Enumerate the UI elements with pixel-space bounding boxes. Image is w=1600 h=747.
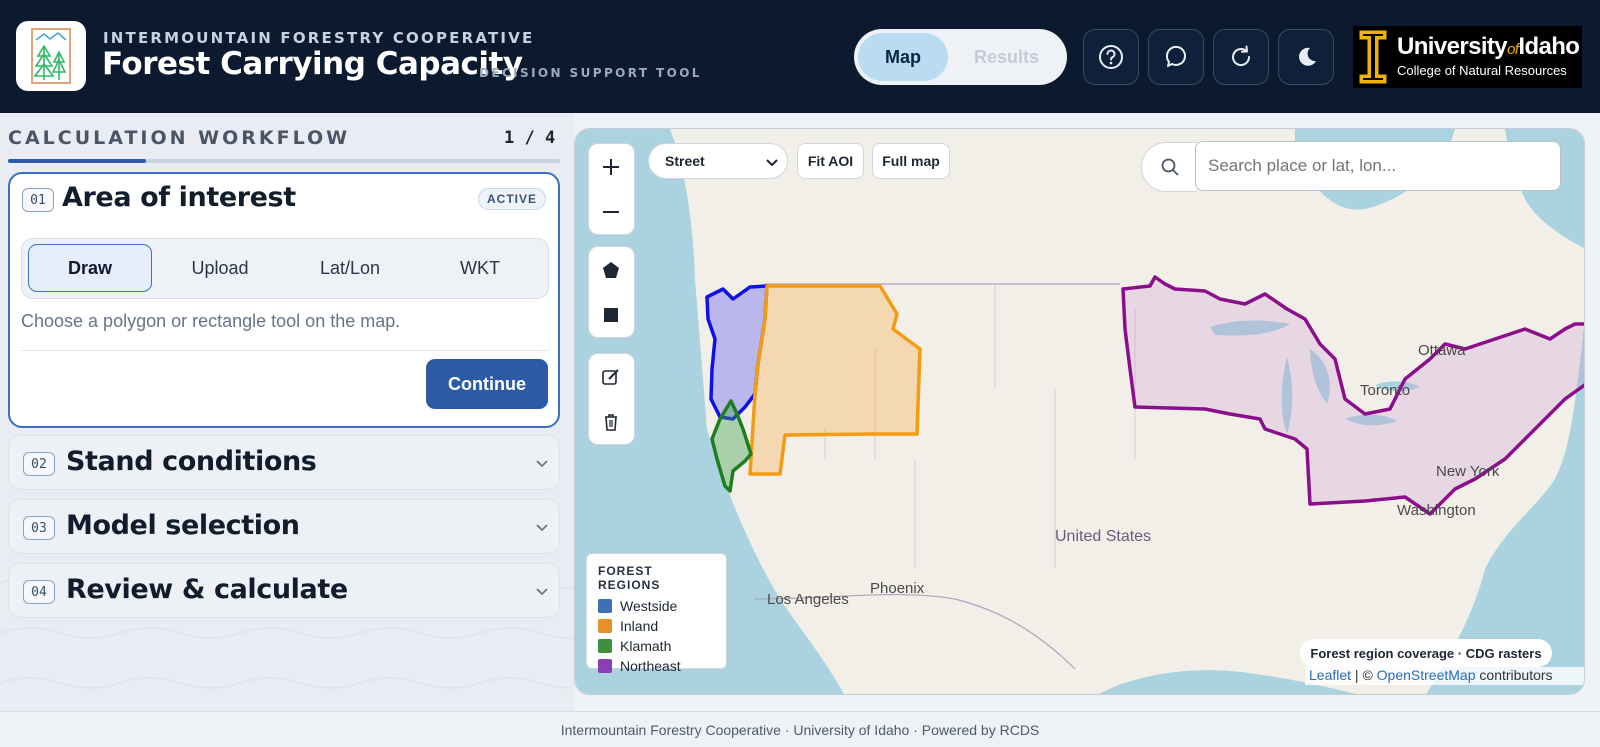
legend-swatch	[598, 659, 612, 673]
delete-layers-button[interactable]	[589, 400, 633, 444]
step-stand-conditions[interactable]: 02 Stand conditions	[8, 435, 560, 490]
edit-layers-button[interactable]	[589, 355, 633, 399]
label-toronto: Toronto	[1360, 382, 1411, 399]
step-number: 03	[23, 516, 55, 540]
university-name: UniversityofIdaho	[1397, 33, 1580, 60]
cooperative-logo	[16, 21, 86, 91]
workflow-progress-bar	[8, 159, 560, 163]
draw-polygon-button[interactable]	[589, 248, 633, 292]
basemap-select[interactable]: Street	[648, 143, 788, 179]
zoom-controls	[588, 143, 635, 235]
view-toggle: Map Results	[854, 29, 1067, 85]
minus-icon	[603, 211, 619, 213]
chat-reset-icon	[1165, 45, 1186, 67]
map-view[interactable]: Ottawa Toronto New York Washington Unite…	[574, 128, 1585, 695]
legend-swatch	[598, 639, 612, 653]
legend-swatch	[598, 599, 612, 613]
zoom-out-button[interactable]	[589, 190, 633, 234]
label-new-york: New York	[1436, 463, 1500, 480]
aoi-input-tabs: Draw Upload Lat/Lon WKT	[21, 238, 549, 299]
step-number: 01	[22, 188, 54, 212]
dark-mode-button[interactable]	[1278, 29, 1334, 85]
tab-latlon[interactable]: Lat/Lon	[288, 244, 412, 292]
app-header: INTERMOUNTAIN FORESTRY COOPERATIVE Fores…	[0, 0, 1600, 113]
tab-draw[interactable]: Draw	[28, 244, 152, 292]
label-ottawa: Ottawa	[1418, 342, 1466, 359]
step-number: 02	[23, 452, 55, 476]
step-review-calculate[interactable]: 04 Review & calculate	[8, 563, 560, 618]
plus-icon	[603, 159, 619, 175]
results-view-button[interactable]: Results	[954, 33, 1059, 81]
legend-item-northeast: Northeast	[598, 656, 715, 676]
forest-logo-icon	[31, 28, 71, 84]
zoom-in-button[interactable]	[589, 145, 633, 189]
chevron-down-icon	[536, 524, 548, 532]
university-logo: UniversityofIdaho College of Natural Res…	[1353, 26, 1582, 88]
legend-item-westside: Westside	[598, 596, 715, 616]
leaflet-link[interactable]: Leaflet	[1309, 667, 1351, 683]
workflow-progress-text: 1 / 4	[504, 128, 556, 148]
app-title: Forest Carrying Capacity	[102, 46, 523, 82]
divider	[21, 350, 549, 351]
legend-title: FOREST REGIONS	[598, 564, 661, 592]
polygon-icon	[603, 262, 619, 278]
help-button[interactable]	[1083, 29, 1139, 85]
label-phoenix: Phoenix	[870, 580, 925, 597]
draw-hint: Choose a polygon or rectangle tool on th…	[21, 311, 401, 331]
chevron-down-icon	[766, 159, 778, 167]
basemap-selected-value: Street	[665, 153, 705, 169]
search-icon	[1161, 158, 1179, 176]
app-subtitle: DECISION SUPPORT TOOL	[479, 66, 702, 80]
edit-icon	[602, 369, 619, 385]
refresh-button[interactable]	[1213, 29, 1269, 85]
draw-controls	[588, 246, 635, 338]
search-button[interactable]	[1141, 142, 1197, 192]
label-washington: Washington	[1397, 502, 1476, 519]
osm-link[interactable]: OpenStreetMap	[1377, 667, 1476, 683]
fit-aoi-button[interactable]: Fit AOI	[797, 143, 864, 179]
workflow-title: CALCULATION WORKFLOW	[8, 127, 351, 149]
draw-rectangle-button[interactable]	[589, 293, 633, 337]
moon-icon	[1299, 47, 1316, 66]
step-number: 04	[23, 580, 55, 604]
idaho-i-icon	[1358, 29, 1388, 85]
legend-item-inland: Inland	[598, 616, 715, 636]
org-kicker: INTERMOUNTAIN FORESTRY COOPERATIVE	[103, 29, 535, 47]
step-title: Stand conditions	[66, 446, 317, 477]
step-title: Area of interest	[62, 182, 296, 213]
full-map-button[interactable]: Full map	[872, 143, 950, 179]
edit-controls	[588, 353, 635, 445]
refresh-icon	[1232, 45, 1251, 66]
map-attribution: Leaflet | © OpenStreetMap contributors	[1305, 667, 1584, 685]
step-title: Review & calculate	[66, 574, 348, 605]
active-badge: ACTIVE	[478, 188, 546, 210]
chevron-down-icon	[536, 588, 548, 596]
college-name: College of Natural Resources	[1397, 63, 1567, 78]
step-area-of-interest: 01 Area of interest ACTIVE Draw Upload L…	[8, 172, 560, 428]
legend-swatch	[598, 619, 612, 633]
app-footer: Intermountain Forestry Cooperative · Uni…	[0, 711, 1600, 747]
label-los-angeles: Los Angeles	[767, 591, 849, 608]
forest-regions-legend: FOREST REGIONS Westside Inland Klamath N…	[586, 553, 727, 674]
rectangle-icon	[604, 308, 618, 322]
step-title: Model selection	[66, 510, 300, 541]
workflow-sidebar: CALCULATION WORKFLOW 1 / 4 01 Area of in…	[0, 113, 574, 711]
chevron-down-icon	[536, 460, 548, 468]
tab-wkt[interactable]: WKT	[418, 244, 542, 292]
search-input[interactable]	[1195, 141, 1561, 191]
help-icon	[1099, 45, 1123, 69]
label-united-states: United States	[1055, 528, 1152, 545]
continue-button[interactable]: Continue	[426, 359, 548, 409]
coverage-note: Forest region coverage · CDG rasters	[1300, 639, 1552, 667]
legend-item-klamath: Klamath	[598, 636, 715, 656]
tab-upload[interactable]: Upload	[158, 244, 282, 292]
workflow-progress-fill	[8, 159, 146, 163]
trash-icon	[605, 414, 617, 431]
step-model-selection[interactable]: 03 Model selection	[8, 499, 560, 554]
chat-reset-button[interactable]	[1148, 29, 1204, 85]
map-view-button[interactable]: Map	[858, 33, 948, 81]
